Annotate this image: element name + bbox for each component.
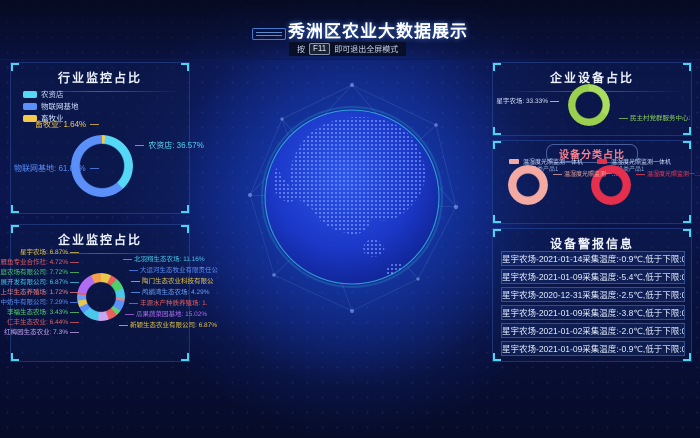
pie-callout: 温湿度光照监测一... [636,171,700,180]
legend-label: 物联网基地 [41,101,79,112]
pie-label-text: 温湿度光照监测一... [564,172,617,178]
pie-label-text: 民主村党群服务中心: [630,115,690,122]
pie-label: 星宇农场: 6.87% [20,249,79,257]
panel-enterprise-ratio: 企业监控占比 星宇农场: 6.87% 彩颖雁鱼专业合作社: 4.72% 家庭农场… [10,224,190,362]
pie-label-text: 大运河生态牧业有限责任公 [140,267,218,274]
pie-label-text: 物联网基地: 61.85% [14,164,86,173]
alarm-row[interactable]: 星宇农场-2021-01-09采集温度:-0.9℃,低于下限:0℃ [501,341,685,356]
pie-label: 瓜果蔬菜园基地: 15.02% [125,311,207,319]
legend-swatch [509,159,519,164]
pie-label-text: 星宇农场: 6.87% [20,249,68,256]
legend-item[interactable]: 物联网基地 [23,101,79,112]
panel-industry-ratio: 行业监控占比 农资店 物联网基地 畜牧业 畜牧业: 1.64% 农资店: 36.… [10,62,190,214]
pie-label: 丰源水产种质养殖场: 1. [129,300,208,308]
pie-label-text: 畜牧业: 1.64% [35,120,86,129]
pie-label: 红梅园生态农业: 7.3% [4,329,79,337]
pie-label-text: 鸬鹚湾生态农场: 4.29% [142,289,210,296]
pie-label: 物联网基地: 61.85% [14,164,99,173]
panel-title: 行业监控占比 [11,63,189,92]
pie-label: 家庭农场有限公司: 7.72% [0,269,79,277]
panel-equipment-ratio: 企业设备占比 星宇农场: 33.33% 民主村党群服务中心: [492,62,692,136]
header: 秀洲区农业大数据展示 按 F11 即可退出全屏模式 [0,0,700,60]
globe-visualization [222,67,482,327]
pie-label-text: 家庭农场有限公司: 7.72% [0,269,68,276]
f11-key-badge: F11 [309,43,330,55]
alarm-row[interactable]: 星宇农场-2021-01-09采集温度:-3.8℃,低于下限:0℃ [501,305,685,320]
pie-label-text: 上华生态养殖场: 1.72% [0,289,68,296]
pie-label-text: 彩颖雁鱼专业合作社: 4.72% [0,259,68,266]
fullscreen-hint-prefix: 按 [297,44,305,55]
pie-label: 仁丰生态农业: 6.44% [7,319,79,327]
pie-label: 农资店: 36.57% [135,141,204,150]
legend-swatch [597,159,607,164]
pie-label: 北羽翔生态农场: 11.16% [123,256,205,264]
pie-label: 中奶牛有限公司: 7.29% [0,299,79,307]
pie-label: 大运河生态牧业有限责任公 [129,267,218,275]
pie-label-text: 红梅园生态农业: 7.3% [4,329,68,336]
alarm-row[interactable]: 星宇农场-2021-01-14采集温度:-0.9℃,低于下限:0℃ [501,251,685,266]
alarm-row[interactable]: 星宇农场-2020-12-31采集温度:-2.5℃,低于下限:0℃ [501,287,685,302]
legend-label: 温湿度光照监测一体机 [611,157,671,166]
legend-label: 农资店 [41,89,64,100]
alarm-row[interactable]: 星宇农场-2021-01-09采集温度:-5.4℃,低于下限:0℃ [501,269,685,284]
pie-label-text: 李福生态农场: 3.43% [7,309,68,316]
pie-label: 畜牧业: 1.64% [35,120,99,129]
page-title: 秀洲区农业大数据展示 [288,17,468,42]
legend-swatch [23,91,37,98]
dashboard: 秀洲区农业大数据展示 按 F11 即可退出全屏模式 行业监控占比 农资店 物联网… [0,0,700,438]
pie-label-text: 陶门生态农业科技有限公 [142,278,214,285]
pie-label: 展开发有限公司: 6.87% [0,279,79,287]
pie-label-text: 北羽翔生态农场: 11.16% [134,256,205,263]
pie-label: 彩颖雁鱼专业合作社: 4.72% [0,259,79,267]
pie-label-text: 展开发有限公司: 6.87% [0,279,68,286]
fullscreen-hint: 按 F11 即可退出全屏模式 [289,42,406,56]
logo-badge [252,28,286,40]
pie-label: 鸬鹚湾生态农场: 4.29% [131,289,210,297]
device-class-left-donut-chart[interactable] [508,165,548,205]
pie-label-text: 丰源水产种质养殖场: 1. [140,300,208,307]
pie-label: 陶门生态农业科技有限公 [131,278,214,286]
enterprise-donut-chart[interactable] [77,273,125,321]
pie-label-text: 温湿度光照监测一... [647,172,700,178]
pie-label: 新颖生态农业有限公司: 6.87% [119,322,217,330]
pie-label: 上华生态养殖场: 1.72% [0,289,79,297]
pie-label-text: 农资店: 36.57% [148,141,204,150]
pie-label-text: 仁丰生态农业: 6.44% [7,319,68,326]
pie-label-text: 瓜果蔬菜园基地: 15.02% [136,311,207,318]
legend-swatch [23,103,37,110]
pie-label-text: 中奶牛有限公司: 7.29% [0,299,68,306]
pie-label: 星宇农场: 33.33% [496,98,559,106]
pie-label-text: 星宇农场: 33.33% [496,98,548,105]
panel-device-classification: 设备分类占比 温湿度光照监测一体机 温湿度光照监测一体机 一体机类产品1 一体机… [492,140,692,224]
pie-label: 李福生态农场: 3.43% [7,309,79,317]
pie-label-text: 新颖生态农业有限公司: 6.87% [130,322,217,329]
equipment-donut-chart[interactable] [568,84,610,126]
panel-device-alarms: 设备警报信息 星宇农场-2021-01-14采集温度:-0.9℃,低于下限:0℃… [492,228,692,362]
fullscreen-hint-suffix: 即可退出全屏模式 [334,44,398,55]
legend-item[interactable]: 温湿度光照监测一体机 [509,157,583,166]
pie-label: 民主村党群服务中心: [619,115,690,123]
alarm-row[interactable]: 星宇农场-2021-01-02采集温度:-2.0℃,低于下限:0℃ [501,323,685,338]
pie-callout: 温湿度光照监测一... [553,171,617,180]
legend-item[interactable]: 农资店 [23,89,64,100]
